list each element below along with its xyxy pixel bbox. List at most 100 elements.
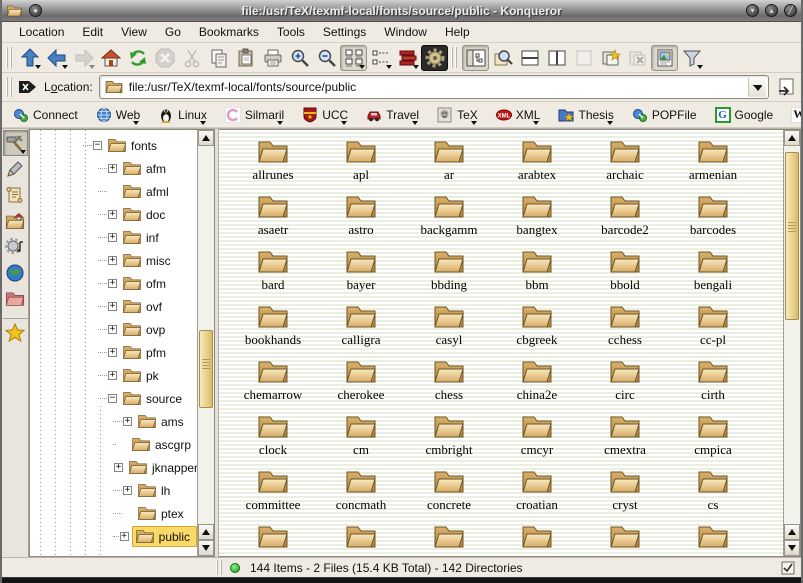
expand-icon[interactable]: + [108,233,117,242]
folder-item-clock[interactable]: clock [229,413,317,468]
tree-item-ovf[interactable]: +ovf [30,295,197,318]
tree-scroll-up-button[interactable] [198,130,214,146]
main-scrollbar[interactable] [783,130,800,556]
reload-button[interactable] [124,45,151,71]
folder-item-barcodes[interactable]: barcodes [669,193,757,248]
folder-item-cmextra[interactable]: cmextra [581,413,669,468]
folder-item-cm[interactable]: cm [317,413,405,468]
close-tab-button[interactable] [624,45,651,71]
folder-item-bbding[interactable]: bbding [405,248,493,303]
main-scrollbar-thumb[interactable] [785,152,799,320]
bookmark-silmaril[interactable]: Silmaril [220,105,297,125]
folder-item-bengali[interactable]: bengali [669,248,757,303]
folder-item-asaetr[interactable]: asaetr [229,193,317,248]
folder-item-armenian[interactable]: armenian [669,138,757,193]
close-button[interactable]: ╱ [784,4,797,17]
sidebar-tab-pencil[interactable] [3,156,28,182]
folder-item-bbold[interactable]: bbold [581,248,669,303]
bookmark-web[interactable]: Web [91,105,153,125]
sidebar-tab-network-globe[interactable] [3,260,28,286]
tree-scrollbar[interactable] [197,130,214,556]
sidebar-tab-home-folder[interactable] [3,208,28,234]
menu-go[interactable]: Go [156,23,190,41]
tree-item-pk[interactable]: +pk [30,364,197,387]
location-input[interactable] [124,80,748,94]
tree-item-lh[interactable]: +lh [30,479,197,502]
tree-item-misc[interactable]: +misc [30,249,197,272]
bookmark-wikipedia[interactable]: WWikipedia [786,105,803,125]
expand-icon[interactable]: + [123,486,132,495]
main-scroll-down-button[interactable] [784,540,800,556]
menu-settings[interactable]: Settings [314,23,375,41]
menu-location[interactable]: Location [10,23,73,41]
folder-item-cbgreek[interactable]: cbgreek [493,303,581,358]
preview-button[interactable] [651,45,678,71]
expand-icon[interactable]: + [123,417,132,426]
folder-item-bayer[interactable]: bayer [317,248,405,303]
tree-scroll-down-button[interactable] [198,540,214,556]
folder-item-concrete[interactable]: concrete [405,468,493,523]
folder-item-ar[interactable]: ar [405,138,493,193]
menu-bookmarks[interactable]: Bookmarks [190,23,268,41]
go-button[interactable] [773,75,799,99]
main-scroll-up2-button[interactable] [784,524,800,540]
expand-icon[interactable]: + [108,279,117,288]
folder-item-croatian[interactable]: croatian [493,468,581,523]
folder-item-cmpica[interactable]: cmpica [669,413,757,468]
bookmark-travel[interactable]: Travel [361,105,432,125]
tree-scrollbar-thumb[interactable] [199,330,213,408]
menu-window[interactable]: Window [375,23,436,41]
split-horizontal-button[interactable] [516,45,543,71]
bookmark-tex[interactable]: TeX [432,105,491,125]
up-button[interactable] [16,45,43,71]
tree-item-ascgrp[interactable]: ascgrp [30,433,197,456]
maximize-button[interactable]: ▴ [765,4,778,17]
expand-icon[interactable]: + [114,463,123,472]
folder-item-concmath[interactable]: concmath [317,468,405,523]
bookmark-xml[interactable]: XMLXML [491,105,554,125]
folder-item-backgamm[interactable]: backgamm [405,193,493,248]
folder-item-chess[interactable]: chess [405,358,493,413]
menu-edit[interactable]: Edit [73,23,112,41]
paste-button[interactable] [232,45,259,71]
zoom-in-button[interactable] [286,45,313,71]
icon-view-button[interactable] [340,45,367,71]
forward-button[interactable] [70,45,97,71]
expand-icon[interactable]: + [120,532,129,541]
expand-icon[interactable]: + [108,325,117,334]
menu-help[interactable]: Help [436,23,479,41]
sticky-button[interactable]: ● [29,4,42,17]
folder-item-bookhands[interactable]: bookhands [229,303,317,358]
sidebar-toggle-button[interactable] [462,45,489,71]
folder-item-partial[interactable] [581,523,669,556]
location-dropdown-button[interactable] [748,77,766,97]
collapse-icon[interactable]: − [108,394,117,403]
statusbar-grip[interactable] [216,560,224,575]
folder-item-committee[interactable]: committee [229,468,317,523]
folder-item-bbm[interactable]: bbm [493,248,581,303]
folder-item-cchess[interactable]: cchess [581,303,669,358]
folder-item-partial[interactable] [669,523,757,556]
expand-icon[interactable]: + [108,348,117,357]
bookmark-connect[interactable]: Connect [8,105,91,125]
back-button[interactable] [43,45,70,71]
folder-item-cherokee[interactable]: cherokee [317,358,405,413]
tree-item-inf[interactable]: +inf [30,226,197,249]
sidebar-tab-root-folder[interactable] [3,286,28,312]
bookmark-popfile[interactable]: POPFile [627,105,710,125]
sidebar-tab-bookmarks-star[interactable] [3,318,28,344]
close-view-button[interactable] [570,45,597,71]
folder-item-bard[interactable]: bard [229,248,317,303]
folder-item-cirth[interactable]: cirth [669,358,757,413]
find-file-button[interactable] [489,45,516,71]
tree-item-ofm[interactable]: +ofm [30,272,197,295]
folder-item-cs[interactable]: cs [669,468,757,523]
folder-item-bangtex[interactable]: bangtex [493,193,581,248]
menu-view[interactable]: View [112,23,156,41]
status-check-icon[interactable] [781,561,795,575]
bookmark-google[interactable]: GGoogle [710,105,787,125]
expand-icon[interactable]: + [108,302,117,311]
tree-item-doc[interactable]: +doc [30,203,197,226]
sidebar-tab-services[interactable] [3,234,28,260]
detail-view-button[interactable] [394,45,421,71]
